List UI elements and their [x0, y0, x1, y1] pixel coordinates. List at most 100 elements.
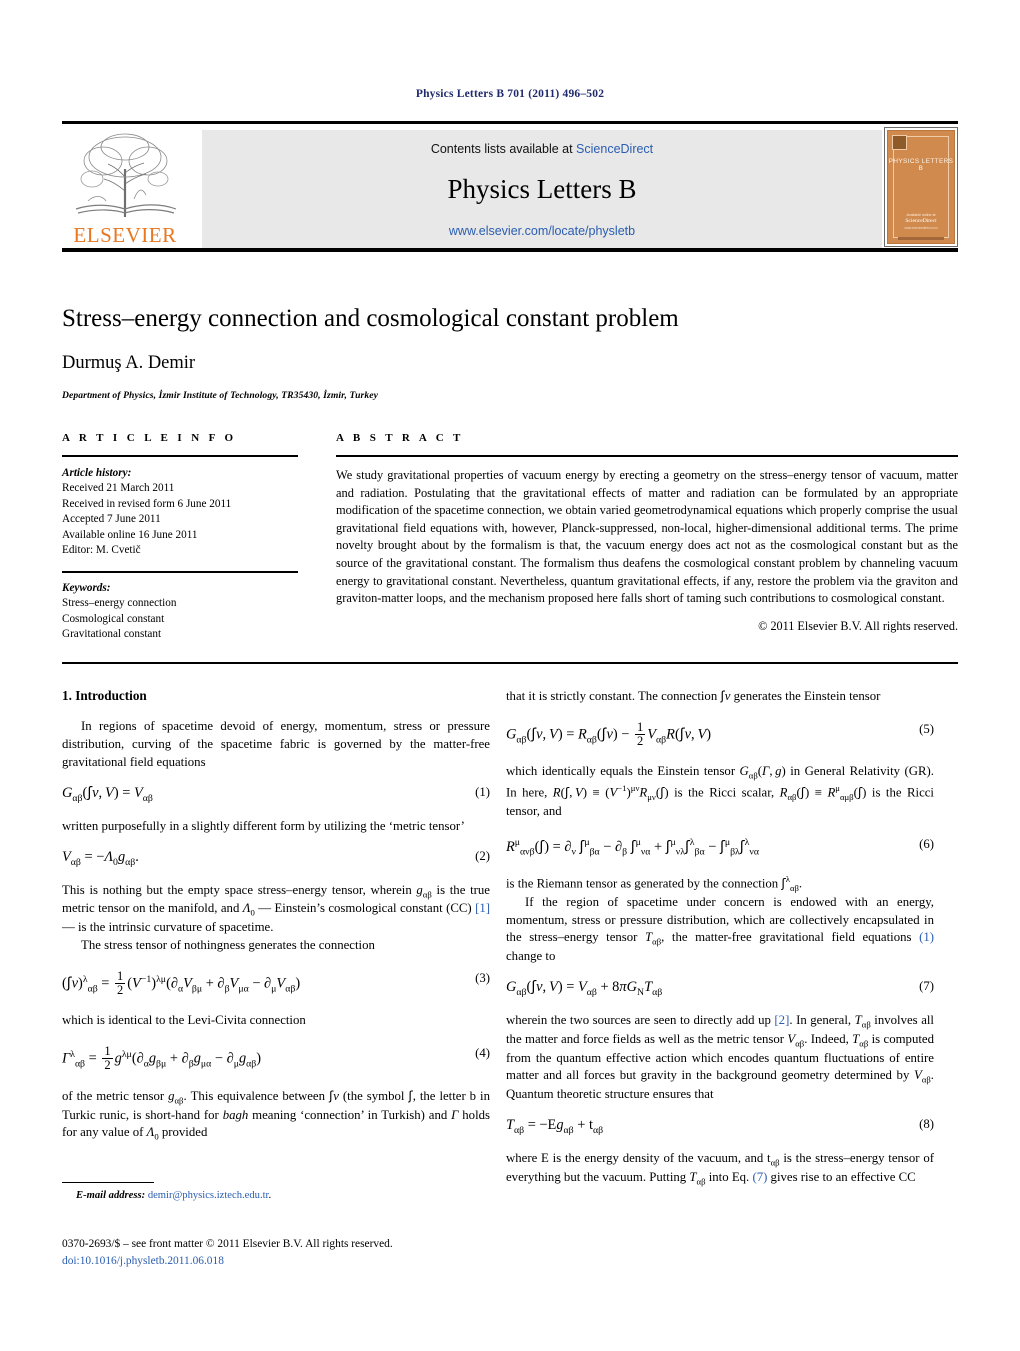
article-info-heading: A R T I C L E I N F O	[62, 432, 237, 444]
paragraph: that it is strictly constant. The connec…	[506, 689, 881, 704]
keywords-rule	[62, 570, 298, 573]
article-history-block: Article history: Received 21 March 2011 …	[62, 466, 298, 559]
citation-link[interactable]: [2]	[774, 1013, 789, 1027]
history-item: Available online 16 June 2011	[62, 528, 198, 541]
sciencedirect-link[interactable]: ScienceDirect	[576, 142, 653, 156]
equation-ref-link[interactable]: (1)	[919, 930, 934, 944]
text-fragment: . In general,	[789, 1013, 855, 1028]
article-history-label: Article history:	[62, 467, 132, 479]
keyword-item: Cosmological constant	[62, 612, 165, 625]
equation-number: (2)	[475, 848, 490, 863]
citation-link[interactable]: [1]	[475, 901, 490, 915]
cover-foot-line2: ScienceDirect	[905, 218, 937, 224]
text-fragment: where	[506, 1151, 542, 1166]
equation-8: Tαβ = −Egαβ + tαβ (8)	[506, 1117, 934, 1136]
paragraph: which is identical to the Levi-Civita co…	[62, 1013, 306, 1028]
elsevier-tree-icon	[68, 129, 182, 221]
paragraph: written purposefully in a slightly diffe…	[62, 818, 465, 833]
text-fragment: is the energy density of the vacuum, and	[548, 1151, 768, 1166]
equation-number: (3)	[475, 970, 490, 985]
doi-link[interactable]: doi:10.1016/j.physletb.2011.06.018	[62, 1253, 522, 1270]
paragraph: If the region of spacetime under concern…	[506, 894, 934, 964]
equation-number: (4)	[475, 1046, 490, 1061]
text-fragment: change to	[506, 949, 556, 964]
article-info-column: A R T I C L E I N F O Article history: R…	[62, 432, 298, 643]
text-fragment: which identically equals the Einstein te…	[506, 764, 740, 779]
journal-cover-thumbnail: PHYSICS LETTERS B Available online at Sc…	[884, 127, 958, 247]
text-fragment: This is nothing but the empty space stre…	[62, 882, 417, 897]
text-fragment: — is the intrinsic curvature of spacetim…	[62, 920, 274, 935]
text-fragment-italic: bagh	[222, 1107, 249, 1122]
email-link[interactable]: demir@physics.iztech.edu.tr	[148, 1190, 269, 1201]
contents-available-line: Contents lists available at ScienceDirec…	[202, 142, 882, 156]
header-top-rule	[62, 121, 958, 124]
text-fragment: . This equivalence between	[183, 1088, 329, 1103]
equation-5: Gαβ(ʃv, V) = Rαβ(ʃv) − 1 2 VαβR(ʃv, V) (5)	[506, 719, 934, 748]
text-fragment: that it is strictly constant. The connec…	[506, 689, 721, 703]
body-top-rule	[62, 662, 958, 664]
running-head: Physics Letters B 701 (2011) 496–502	[415, 88, 605, 100]
page-footer: 0370-2693/$ – see front matter © 2011 El…	[62, 1236, 522, 1269]
history-item: Received 21 March 2011	[62, 482, 175, 495]
footer-frontmatter: 0370-2693/$ – see front matter © 2011 El…	[62, 1238, 393, 1250]
contents-available-prefix: Contents lists available at	[430, 142, 577, 156]
author-name: Durmuş A. Demir	[62, 352, 196, 373]
equation-number: (5)	[919, 721, 934, 736]
body-right-column: that it is strictly constant. The connec…	[506, 688, 934, 1188]
abstract-heading: A B S T R A C T	[336, 432, 464, 444]
cover-journal-name: PHYSICS LETTERS B	[888, 158, 954, 172]
journal-title: Physics Letters B	[447, 174, 637, 204]
equation-ref-link[interactable]: (7)	[752, 1170, 767, 1184]
paragraph: In regions of spacetime devoid of energy…	[62, 719, 490, 769]
equation-number: (1)	[475, 784, 490, 799]
equation-number: (6)	[919, 837, 934, 852]
section-heading-introduction: 1. Introduction	[62, 688, 147, 703]
equation-2: Vαβ = −Λ0gαβ. (2)	[62, 848, 490, 868]
text-fragment: (the symbol	[338, 1088, 409, 1103]
text-fragment: provided	[158, 1125, 208, 1140]
equation-1: Gαβ(ʃv, V) = Vαβ (1)	[62, 784, 490, 804]
elsevier-wordmark: ELSEVIER	[73, 223, 177, 247]
paragraph: This is nothing but the empty space stre…	[62, 882, 490, 935]
abstract-rule	[336, 455, 958, 457]
equation-6: Rμανβ(ʃ) = ∂ν ʃμβα − ∂β ʃμνα + ʃμνλʃλβα …	[506, 837, 934, 858]
paragraph: where E is the energy density of the vac…	[506, 1151, 934, 1187]
cover-badge-icon	[892, 135, 907, 150]
text-fragment: generates the Einstein tensor	[730, 689, 881, 703]
footnote-email: E-mail address: demir@physics.iztech.edu…	[76, 1190, 496, 1201]
journal-title-panel: Contents lists available at ScienceDirec…	[202, 130, 882, 248]
elsevier-logo: ELSEVIER	[62, 129, 188, 249]
footnote-trailing: .	[268, 1190, 272, 1201]
equation-number: (8)	[919, 1117, 934, 1132]
paragraph: wherein the two sources are seen to dire…	[506, 1013, 934, 1102]
paragraph: of the metric tensor gαβ. This equivalen…	[62, 1088, 491, 1142]
history-item: Received in revised form 6 June 2011	[62, 497, 232, 510]
paragraph: which identically equals the Einstein te…	[506, 764, 934, 819]
history-item: Accepted 7 June 2011	[62, 513, 161, 526]
journal-url-link[interactable]: www.elsevier.com/locate/physletb	[202, 224, 882, 238]
abstract-column: A B S T R A C T We study gravitational p…	[336, 432, 958, 634]
text-fragment: . Indeed,	[804, 1031, 853, 1046]
text-fragment: , the matter-free gravitational field eq…	[661, 930, 920, 945]
abstract-text: We study gravitational properties of vac…	[336, 468, 958, 606]
paragraph: is the Riemann tensor as generated by th…	[506, 873, 803, 893]
text-fragment: .	[798, 875, 803, 890]
keywords-block: Keywords: Stress–energy connection Cosmo…	[62, 581, 298, 643]
affiliation: Department of Physics, İzmir Institute o…	[62, 389, 378, 401]
keywords-label: Keywords:	[62, 581, 111, 594]
text-fragment: gives rise to an effective CC	[767, 1169, 916, 1184]
title-block: Stress–energy connection and cosmologica…	[62, 305, 958, 401]
keyword-item: Stress–energy connection	[62, 597, 177, 610]
cover-art: PHYSICS LETTERS B Available online at Sc…	[887, 130, 955, 244]
text-fragment: of the metric tensor	[62, 1088, 169, 1103]
article-info-rule	[62, 455, 298, 457]
cover-bottom-bar	[898, 237, 944, 240]
equation-7: Gαβ(ʃv, V) = Vαβ + 8πGNTαβ (7)	[506, 979, 934, 998]
paragraph: The stress tensor of nothingness generat…	[81, 937, 375, 952]
text-fragment: is the Riemann tensor as generated by th…	[506, 875, 782, 890]
text-fragment: into Eq.	[705, 1169, 753, 1184]
equation-3: (ʃv)λαβ = 1 2 (V−1)λμ(∂αVβμ + ∂βVμα − ∂μVα…	[62, 968, 490, 997]
text-fragment: meaning ‘connection’ in Turkish) and	[248, 1107, 452, 1122]
paper-page: Physics Letters B 701 (2011) 496–502 ELS…	[0, 0, 1020, 1351]
header-bottom-rule	[62, 248, 958, 252]
